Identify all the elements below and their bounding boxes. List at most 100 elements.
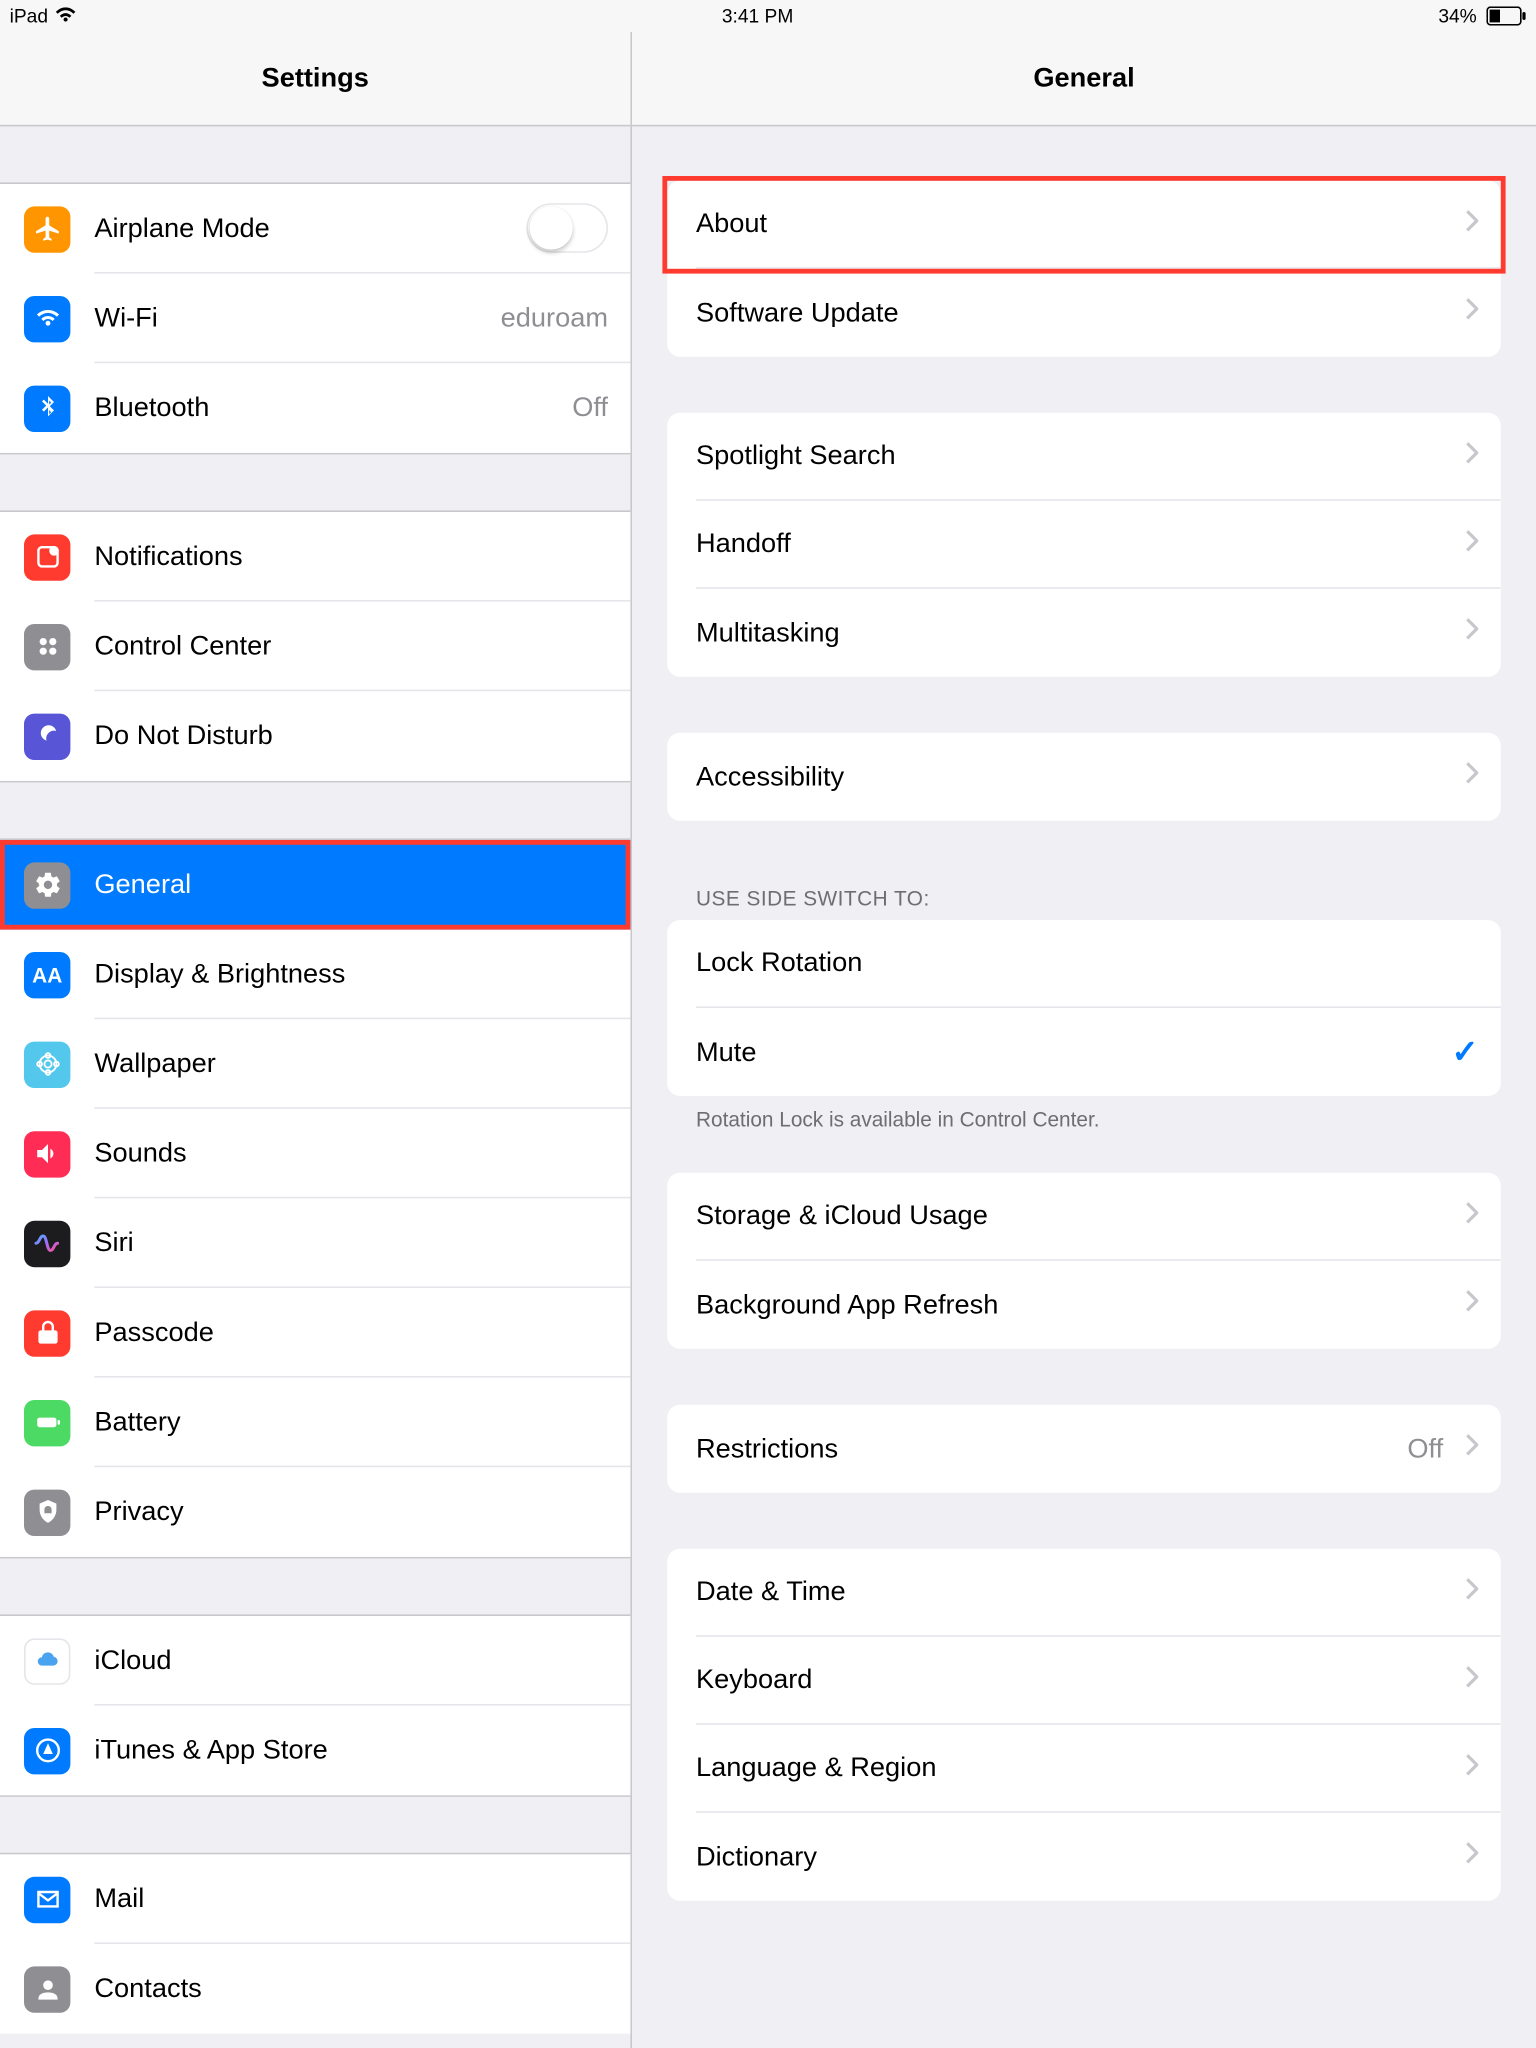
general-row-handoff[interactable]: Handoff <box>667 501 1501 589</box>
chevron-right-icon <box>1466 618 1479 648</box>
row-label: Language & Region <box>696 1752 936 1784</box>
wifi-status-icon <box>54 5 76 27</box>
sidebar-item-label: Control Center <box>94 630 271 662</box>
contacts-icon <box>24 1966 70 2012</box>
general-row-dictionary[interactable]: Dictionary <box>667 1813 1501 1901</box>
display-icon: AA <box>24 951 70 997</box>
sidebar-item-display-brightness[interactable]: AA Display & Brightness <box>0 930 630 1020</box>
clock: 3:41 PM <box>722 5 794 27</box>
status-bar: iPad 3:41 PM 34% <box>0 0 1536 32</box>
sidebar-item-label: Display & Brightness <box>94 958 345 990</box>
sidebar-item-passcode[interactable]: Passcode <box>0 1288 630 1378</box>
general-row-multitasking[interactable]: Multitasking <box>667 589 1501 677</box>
sidebar-item-battery[interactable]: Battery <box>0 1378 630 1468</box>
side-switch-header: USE SIDE SWITCH TO: <box>667 877 1501 922</box>
sidebar-item-general[interactable]: General <box>0 840 630 930</box>
sidebar-item-label: Battery <box>94 1406 180 1438</box>
wifi-icon <box>24 295 70 341</box>
row-label: Spotlight Search <box>696 440 896 472</box>
general-row-software-update[interactable]: Software Update <box>667 269 1501 357</box>
row-label: Dictionary <box>696 1841 817 1873</box>
general-row-date-time[interactable]: Date & Time <box>667 1549 1501 1637</box>
chevron-right-icon <box>1466 1753 1479 1783</box>
sidebar-item-airplane-mode[interactable]: Airplane Mode <box>0 184 630 274</box>
chevron-right-icon <box>1466 209 1479 239</box>
sidebar-item-contacts[interactable]: Contacts <box>0 1944 630 2034</box>
row-label: Handoff <box>696 528 791 560</box>
sidebar-item-control-center[interactable]: Control Center <box>0 602 630 692</box>
sidebar-item-label: Wi-Fi <box>94 302 157 334</box>
general-row-storage[interactable]: Storage & iCloud Usage <box>667 1173 1501 1261</box>
chevron-right-icon <box>1466 441 1479 471</box>
side-switch-lock-rotation[interactable]: Lock Rotation <box>667 920 1501 1008</box>
chevron-right-icon <box>1466 1577 1479 1607</box>
chevron-right-icon <box>1466 1201 1479 1231</box>
row-label: Multitasking <box>696 617 840 649</box>
chevron-right-icon <box>1466 1842 1479 1872</box>
general-icon <box>24 862 70 908</box>
general-row-spotlight[interactable]: Spotlight Search <box>667 413 1501 501</box>
general-row-about[interactable]: About <box>667 181 1501 269</box>
row-label: Storage & iCloud Usage <box>696 1200 988 1232</box>
main-title: General <box>632 32 1536 126</box>
sidebar-item-privacy[interactable]: Privacy <box>0 1467 630 1557</box>
siri-icon <box>24 1220 70 1266</box>
general-row-background-refresh[interactable]: Background App Refresh <box>667 1261 1501 1349</box>
sounds-icon <box>24 1130 70 1176</box>
sidebar-item-label: Mail <box>94 1882 144 1914</box>
row-label: Lock Rotation <box>696 947 862 979</box>
sidebar-item-label: Contacts <box>94 1973 201 2005</box>
sidebar-item-label: Airplane Mode <box>94 212 269 244</box>
checkmark-icon: ✓ <box>1452 1032 1479 1072</box>
bluetooth-value: Off <box>572 392 608 424</box>
general-pane: General About Software Update Spotlight … <box>632 32 1536 2048</box>
chevron-right-icon <box>1466 529 1479 559</box>
sidebar-item-sounds[interactable]: Sounds <box>0 1109 630 1199</box>
sidebar-item-label: Do Not Disturb <box>94 720 272 752</box>
chevron-right-icon <box>1466 298 1479 328</box>
passcode-icon <box>24 1310 70 1356</box>
sidebar-item-label: Notifications <box>94 540 242 572</box>
side-switch-mute[interactable]: Mute ✓ <box>667 1008 1501 1096</box>
sidebar-item-label: Passcode <box>94 1316 213 1348</box>
sidebar-item-bluetooth[interactable]: Bluetooth Off <box>0 363 630 453</box>
sidebar-item-mail[interactable]: Mail <box>0 1854 630 1944</box>
row-label: Background App Refresh <box>696 1289 998 1321</box>
battery-pct: 34% <box>1438 5 1476 27</box>
appstore-icon <box>24 1727 70 1773</box>
sidebar-item-label: Bluetooth <box>94 392 209 424</box>
chevron-right-icon <box>1466 1665 1479 1695</box>
sidebar-item-do-not-disturb[interactable]: Do Not Disturb <box>0 691 630 781</box>
sidebar-item-label: General <box>94 868 191 900</box>
sidebar-item-wifi[interactable]: Wi-Fi eduroam <box>0 274 630 364</box>
chevron-right-icon <box>1466 1290 1479 1320</box>
row-label: Date & Time <box>696 1576 846 1608</box>
battery-icon <box>1483 6 1526 25</box>
battery-icon <box>24 1399 70 1445</box>
general-row-restrictions[interactable]: RestrictionsOff <box>667 1405 1501 1493</box>
sidebar-title: Settings <box>0 32 630 126</box>
general-row-language-region[interactable]: Language & Region <box>667 1725 1501 1813</box>
sidebar-item-notifications[interactable]: Notifications <box>0 512 630 602</box>
device-label: iPad <box>10 5 48 27</box>
sidebar-item-label: iCloud <box>94 1644 171 1676</box>
side-switch-footer: Rotation Lock is available in Control Ce… <box>667 1096 1501 1141</box>
general-row-accessibility[interactable]: Accessibility <box>667 733 1501 821</box>
do-not-disturb-icon <box>24 713 70 759</box>
sidebar-item-label: Wallpaper <box>94 1047 215 1079</box>
airplane-toggle[interactable] <box>526 203 608 253</box>
sidebar-item-siri[interactable]: Siri <box>0 1198 630 1288</box>
row-label: Accessibility <box>696 761 844 793</box>
sidebar-item-label: Sounds <box>94 1137 186 1169</box>
sidebar-item-icloud[interactable]: iCloud <box>0 1616 630 1706</box>
chevron-right-icon <box>1466 762 1479 792</box>
row-label: Keyboard <box>696 1664 812 1696</box>
sidebar-item-wallpaper[interactable]: Wallpaper <box>0 1019 630 1109</box>
sidebar-item-label: Siri <box>94 1226 133 1258</box>
sidebar-item-appstore[interactable]: iTunes & App Store <box>0 1706 630 1796</box>
icloud-icon <box>24 1638 70 1684</box>
row-label: Mute <box>696 1036 756 1068</box>
restrictions-value: Off <box>1407 1433 1443 1465</box>
bluetooth-icon <box>24 385 70 431</box>
general-row-keyboard[interactable]: Keyboard <box>667 1637 1501 1725</box>
